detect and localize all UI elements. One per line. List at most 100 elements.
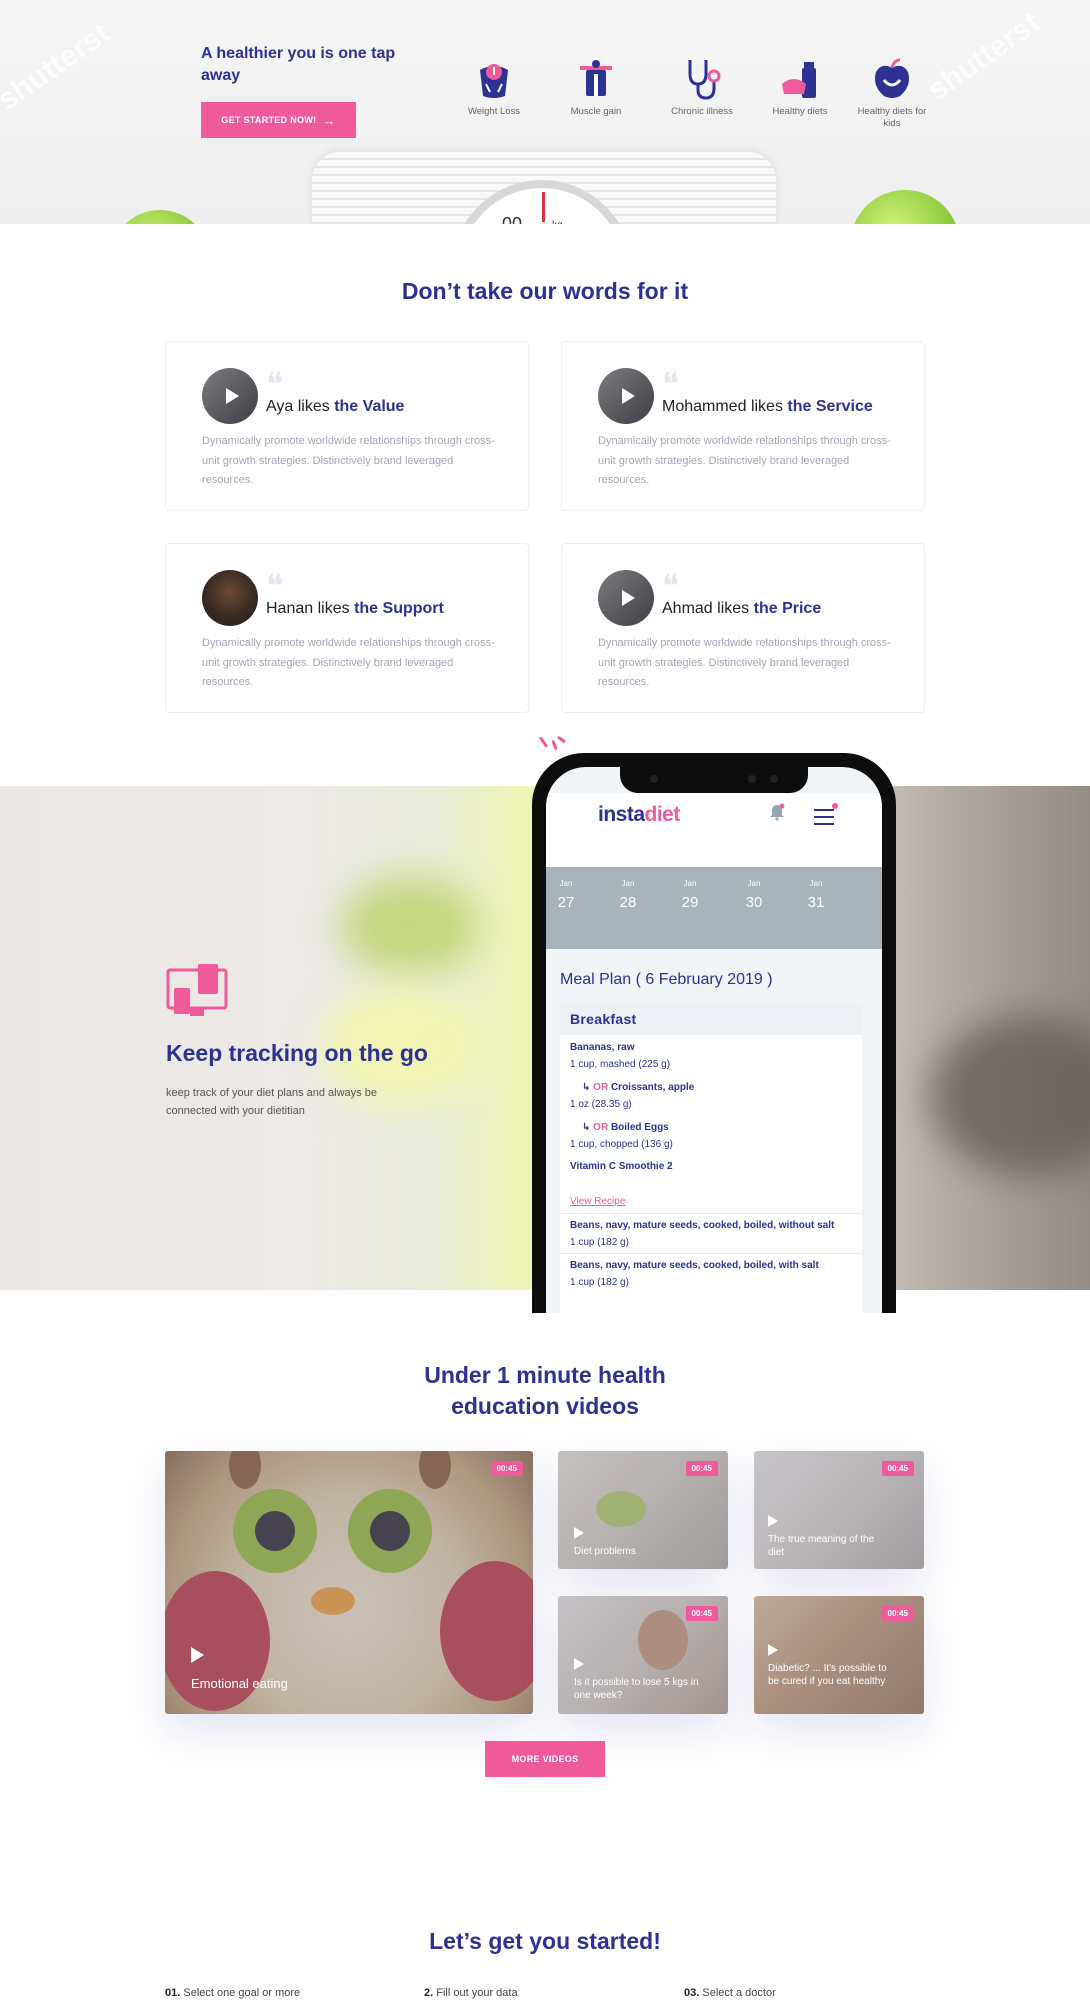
muscle-gain-icon bbox=[580, 60, 612, 96]
meal-section-title: Breakfast bbox=[560, 1003, 862, 1035]
play-icon bbox=[191, 1647, 204, 1663]
video-card[interactable]: 00:45 Diet problems bbox=[558, 1451, 728, 1569]
hamburger-menu-icon[interactable] bbox=[814, 809, 834, 830]
goal-weight-loss[interactable]: Weight Loss bbox=[454, 58, 534, 118]
testimonial-name: Mohammed likes the Service bbox=[662, 398, 873, 415]
arrow-right-icon: → bbox=[322, 112, 336, 128]
watermark: shutterst bbox=[921, 6, 1046, 107]
green-apple-image bbox=[850, 190, 960, 224]
date-strip: Jan 27 Jan 28 Jan 29 Jan 30 Jan 31 bbox=[546, 867, 882, 949]
get-started-button[interactable]: GET STARTED NOW! → bbox=[201, 102, 356, 138]
meal-alternative: ↳ OR Boiled Eggs bbox=[582, 1122, 669, 1133]
step-2: 2. Fill out your data bbox=[424, 1987, 518, 1999]
video-duration: 00:45 bbox=[490, 1461, 523, 1476]
video-avatar[interactable] bbox=[202, 368, 258, 424]
tracking-title: Keep tracking on the go bbox=[166, 1040, 428, 1066]
meal-item-qty: 1 cup (182 g) bbox=[570, 1237, 629, 1248]
meal-item-name: Beans, navy, mature seeds, cooked, boile… bbox=[570, 1220, 835, 1231]
get-started-label: GET STARTED NOW! bbox=[221, 115, 317, 125]
meal-item-name: Vitamin C Smoothie 2 bbox=[570, 1161, 673, 1172]
testimonial-card: ❝ Mohammed likes the Service Dynamically… bbox=[561, 341, 925, 511]
date-item[interactable]: Jan 27 bbox=[546, 879, 586, 911]
view-recipe-link[interactable]: View Recipe bbox=[570, 1195, 625, 1209]
video-title: The true meaning of the diet bbox=[768, 1534, 875, 1558]
green-apple-image bbox=[110, 210, 210, 224]
video-card[interactable]: 00:45 Diabetic? ... It's possible to be … bbox=[754, 1596, 924, 1714]
goal-label: Healthy diets for kids bbox=[857, 106, 927, 129]
play-icon bbox=[768, 1644, 778, 1656]
play-icon bbox=[768, 1515, 778, 1527]
apple-icon bbox=[875, 58, 909, 98]
sparkle-decoration bbox=[556, 735, 567, 744]
step-1: 01. Select one goal or more bbox=[165, 1987, 301, 1999]
notification-dot bbox=[832, 803, 838, 809]
meal-plan-title: Meal Plan ( 6 February 2019 ) bbox=[560, 971, 773, 988]
testimonial-text: Dynamically promote worldwide relationsh… bbox=[202, 637, 495, 688]
avatar bbox=[202, 570, 258, 626]
app-logo: instadiet bbox=[598, 803, 680, 826]
testimonial-text: Dynamically promote worldwide relationsh… bbox=[598, 637, 891, 688]
testimonial-name: Hanan likes the Support bbox=[266, 600, 444, 617]
stethoscope-icon bbox=[688, 60, 721, 100]
date-item[interactable]: Jan 31 bbox=[796, 879, 836, 911]
get-started-title: Let’s get you started! bbox=[429, 1928, 661, 1954]
tracking-text: keep track of your diet plans and always… bbox=[166, 1087, 377, 1117]
video-title: Diet problems bbox=[574, 1546, 636, 1557]
video-duration: 00:45 bbox=[685, 1606, 718, 1621]
goal-label: Chronic illness bbox=[671, 106, 733, 117]
date-item[interactable]: Jan 30 bbox=[734, 879, 774, 911]
goal-label: Healthy diets bbox=[772, 106, 828, 117]
weight-loss-icon bbox=[480, 64, 508, 98]
testimonial-card: ❝ Aya likes the Value Dynamically promot… bbox=[165, 341, 529, 511]
meal-item-qty: 1 cup, mashed (225 g) bbox=[570, 1059, 671, 1070]
video-duration: 00:45 bbox=[685, 1461, 718, 1476]
meal-item-name: Bananas, raw bbox=[570, 1042, 635, 1053]
testimonial-name: Ahmad likes the Price bbox=[662, 600, 822, 617]
testimonial-text: Dynamically promote worldwide relationsh… bbox=[202, 435, 495, 486]
goal-label: Muscle gain bbox=[570, 106, 622, 117]
testimonial-card: ❝ Hanan likes the Support Dynamically pr… bbox=[165, 543, 529, 713]
bell-icon[interactable] bbox=[768, 803, 786, 821]
date-item[interactable]: Jan 29 bbox=[670, 879, 710, 911]
video-avatar[interactable] bbox=[598, 368, 654, 424]
healthy-diets-icon bbox=[782, 62, 816, 98]
meal-card: Breakfast Bananas, raw 1 cup, mashed (22… bbox=[560, 1003, 862, 1313]
goal-healthy-diets-kids[interactable]: Healthy diets for kids bbox=[852, 58, 932, 130]
goal-label: Weight Loss bbox=[467, 106, 521, 117]
quote-icon: ❝ bbox=[662, 365, 680, 403]
goal-muscle-gain[interactable]: Muscle gain bbox=[556, 58, 636, 118]
video-duration: 00:45 bbox=[881, 1461, 914, 1476]
goal-chronic-illness[interactable]: Chronic illness bbox=[662, 58, 742, 118]
video-avatar[interactable] bbox=[598, 570, 654, 626]
meal-alternative: ↳ OR Croissants, apple bbox=[582, 1082, 695, 1093]
play-icon bbox=[225, 388, 239, 404]
video-card[interactable]: 00:45 Is it possible to lose 5 kgs in on… bbox=[558, 1596, 728, 1714]
video-card[interactable]: 00:45 The true meaning of the diet bbox=[754, 1451, 924, 1569]
play-icon bbox=[574, 1527, 584, 1539]
meal-item-qty: 1 cup, chopped (136 g) bbox=[570, 1139, 673, 1150]
date-item[interactable]: Jan 28 bbox=[608, 879, 648, 911]
step-3: 03. Select a doctor bbox=[684, 1987, 776, 1999]
meal-item-qty: 1 oz (28.35 g) bbox=[570, 1099, 632, 1110]
videos-title: Under 1 minute health education videos bbox=[424, 1362, 666, 1419]
sparkle-decoration bbox=[538, 736, 549, 748]
play-icon bbox=[621, 388, 635, 404]
quote-icon: ❝ bbox=[266, 365, 284, 403]
phone-notch bbox=[620, 767, 808, 793]
testimonial-text: Dynamically promote worldwide relationsh… bbox=[598, 435, 891, 486]
hero-title: A healthier you is one tap away bbox=[201, 45, 396, 84]
sparkle-decoration bbox=[551, 739, 558, 751]
quote-icon: ❝ bbox=[662, 567, 680, 605]
goal-healthy-diets[interactable]: Healthy diets bbox=[760, 58, 840, 118]
meal-item-name: Beans, navy, mature seeds, cooked, boile… bbox=[570, 1260, 819, 1271]
play-icon bbox=[574, 1658, 584, 1670]
devices-icon bbox=[166, 964, 228, 1016]
watermark: shutterst bbox=[0, 16, 116, 117]
video-title: Emotional eating bbox=[191, 1676, 288, 1691]
video-duration: 00:45 bbox=[881, 1606, 914, 1621]
phone-mockup: instadiet Jan 27 Jan 28 Jan 29 Jan 30 Jan 31 … bbox=[532, 753, 896, 1313]
quote-icon: ❝ bbox=[266, 567, 284, 605]
more-videos-button[interactable]: MORE VIDEOS bbox=[485, 1741, 605, 1777]
video-card[interactable]: 00:45 Emotional eating bbox=[165, 1451, 533, 1714]
meal-item-qty: 1 cup (182 g) bbox=[570, 1277, 629, 1288]
